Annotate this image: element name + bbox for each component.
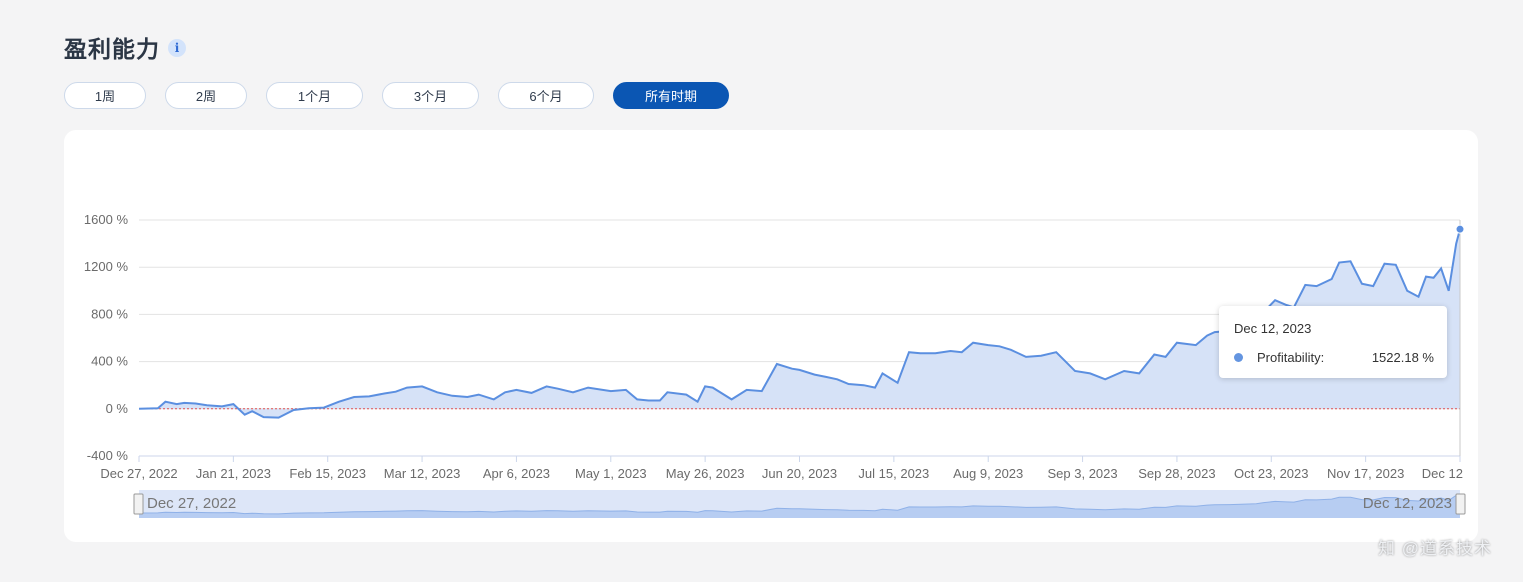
range-navigator[interactable]: Dec 27, 2022 Dec 12, 2023 (133, 490, 1466, 518)
tooltip-series-name: Profitability: (1257, 350, 1325, 365)
x-tick-label: Jan 21, 2023 (196, 466, 271, 481)
x-tick-label: Oct 23, 2023 (1234, 466, 1308, 481)
navigator-end-label: Dec 12, 2023 (1363, 495, 1452, 512)
x-tick-label: Nov 17, 2023 (1327, 466, 1404, 481)
navigator-handle-left[interactable] (133, 493, 144, 515)
y-tick-label: 800 % (91, 306, 128, 321)
navigator-handle-right[interactable] (1455, 493, 1466, 515)
x-tick-label: Feb 15, 2023 (289, 466, 366, 481)
x-tick-label: Dec 12 (1422, 466, 1463, 481)
x-tick-label: Mar 12, 2023 (384, 466, 461, 481)
watermark: 知 @道系技术 (1378, 539, 1492, 558)
y-tick-label: -400 % (87, 448, 129, 463)
x-tick-label: Sep 28, 2023 (1138, 466, 1215, 481)
y-tick-label: 1200 % (84, 259, 129, 274)
x-tick-label: Apr 6, 2023 (483, 466, 550, 481)
x-tick-label: Aug 9, 2023 (953, 466, 1023, 481)
tooltip-date: Dec 12, 2023 (1234, 321, 1312, 336)
navigator-start-label: Dec 27, 2022 (147, 495, 236, 512)
x-tick-label: May 26, 2023 (666, 466, 745, 481)
tooltip-value: 1522.18 % (1371, 350, 1434, 365)
profitability-chart[interactable]: 1600 % 1200 % 800 % 400 % 0 % -400 % Dec 27, … (0, 0, 1523, 582)
series-marker-icon (1234, 353, 1243, 362)
y-tick-label: 1600 % (84, 212, 129, 227)
series-point-last[interactable] (1455, 224, 1465, 234)
y-tick-label: 400 % (91, 354, 128, 369)
x-tick-label: Jul 15, 2023 (858, 466, 929, 481)
x-tick-label: Dec 27, 2022 (100, 466, 177, 481)
y-tick-label: 0 % (106, 401, 129, 416)
x-tick-label: Sep 3, 2023 (1048, 466, 1118, 481)
chart-tooltip: Dec 12, 2023 Profitability: 1522.18 % (1219, 306, 1447, 378)
x-tick-label: Jun 20, 2023 (762, 466, 837, 481)
x-tick-label: May 1, 2023 (575, 466, 647, 481)
